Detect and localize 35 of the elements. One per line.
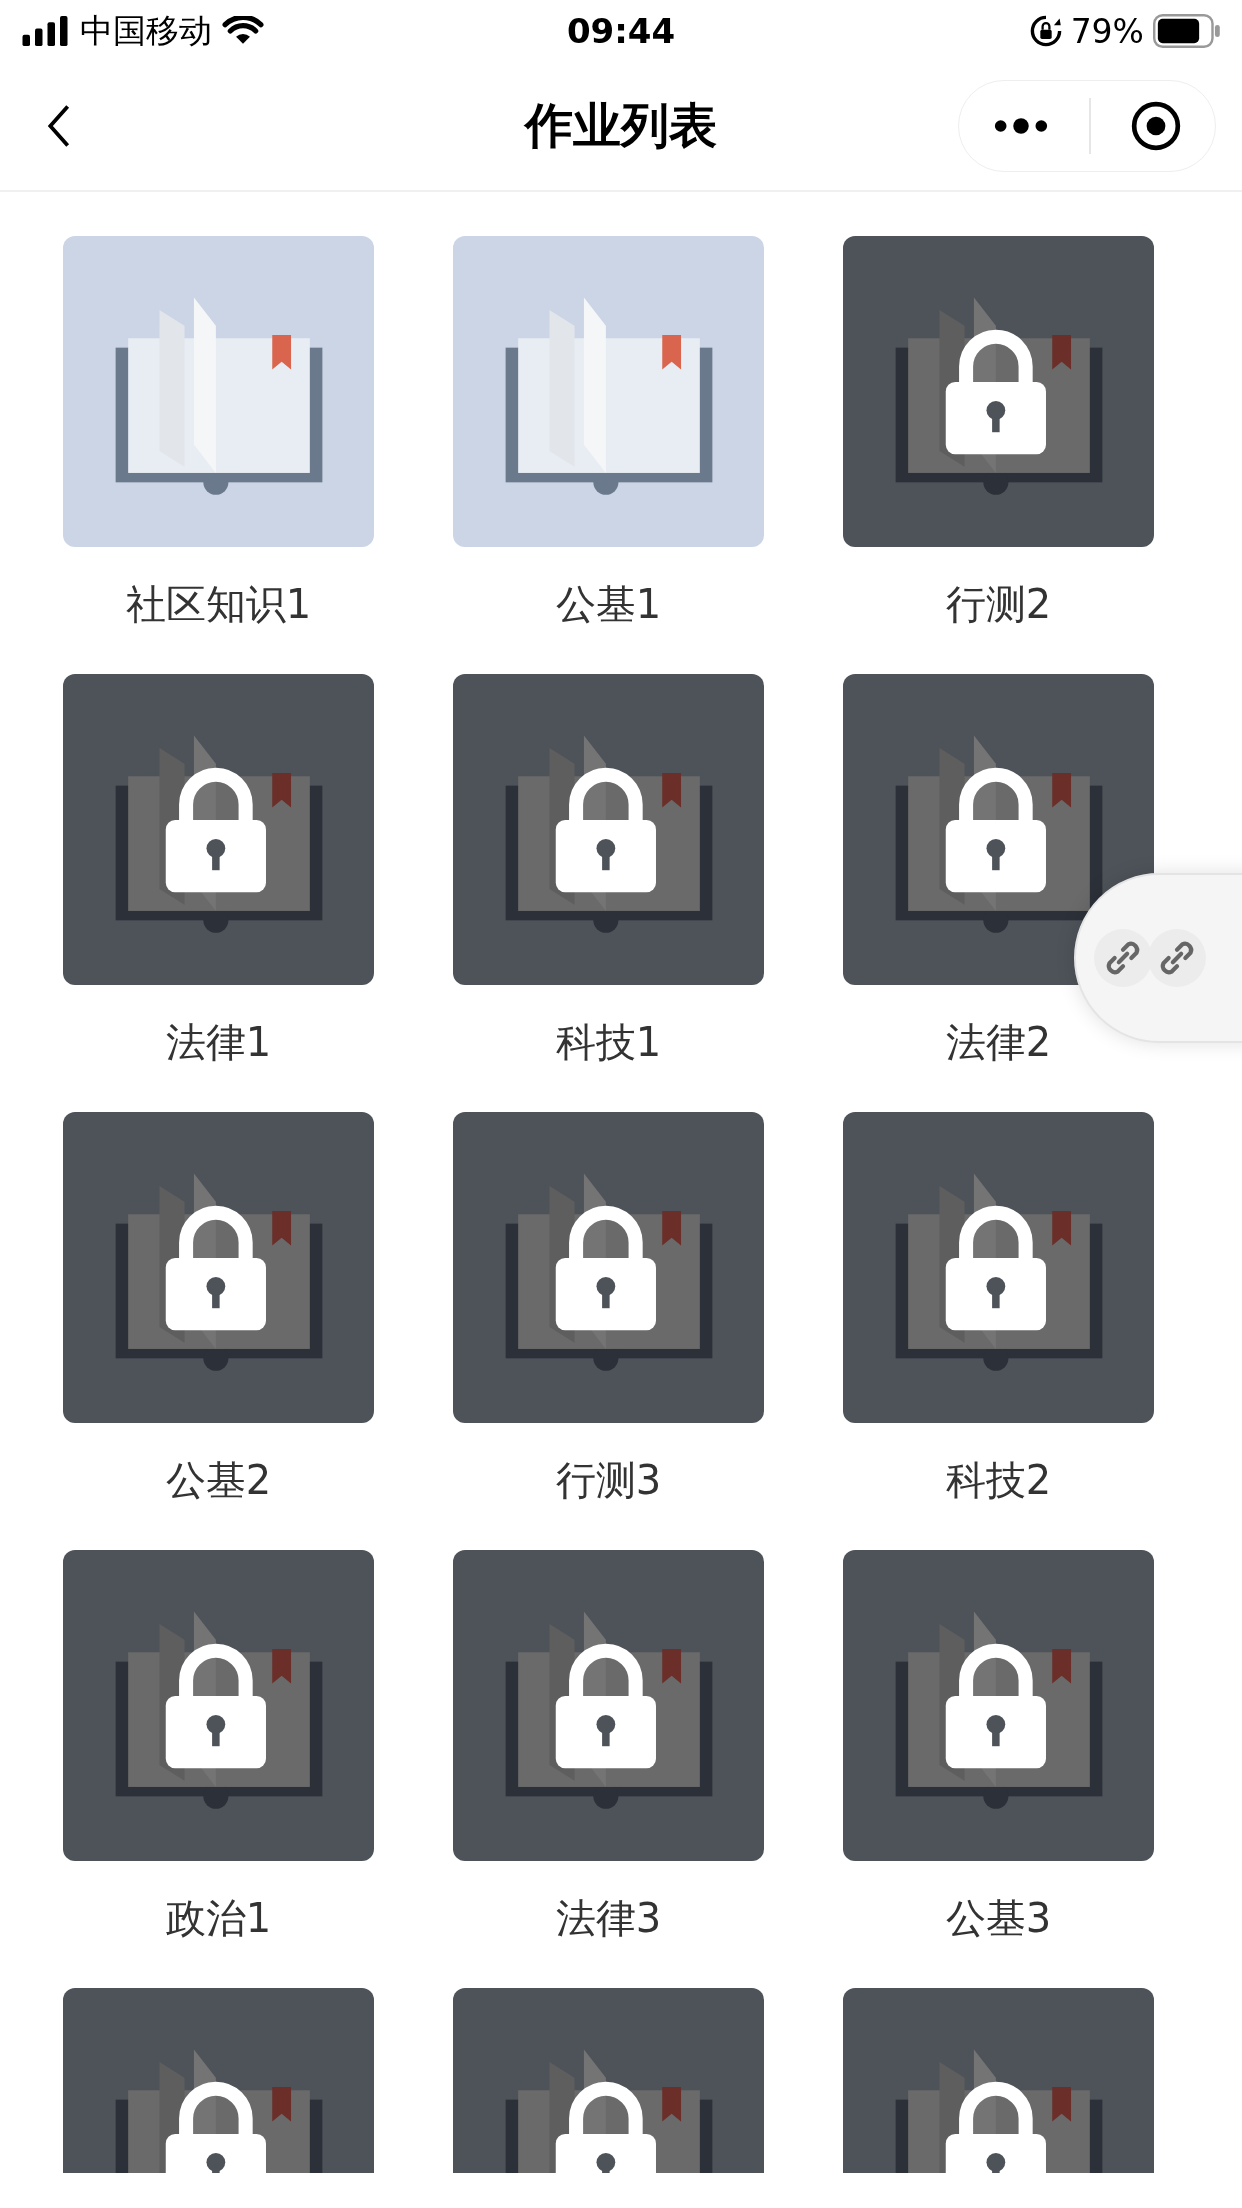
battery-percent: 79%	[1070, 11, 1144, 51]
floating-link-button[interactable]	[1074, 873, 1242, 1043]
homework-title: 公基1	[555, 580, 662, 629]
battery-icon	[1152, 14, 1222, 48]
locked-book-tile[interactable]	[63, 674, 374, 985]
locked-book-tile[interactable]	[453, 674, 764, 985]
homework-title: 法律3	[555, 1894, 662, 1943]
carrier-name: 中国移动	[80, 9, 212, 52]
locked-book-tile[interactable]	[843, 1112, 1154, 1423]
homework-title: 社区知识1	[125, 580, 312, 629]
homework-title: 政治1	[165, 1894, 272, 1943]
back-icon[interactable]	[46, 102, 72, 150]
locked-book-tile[interactable]	[843, 1550, 1154, 1861]
homework-title: 科技1	[555, 1018, 662, 1067]
clock-time: 09:44	[566, 11, 676, 51]
homework-title: 公基3	[945, 1894, 1052, 1943]
book-tile[interactable]	[453, 236, 764, 547]
locked-book-tile[interactable]	[843, 236, 1154, 547]
locked-book-tile[interactable]	[63, 1550, 374, 1861]
homework-title: 法律2	[945, 1018, 1052, 1067]
homework-title: 公基2	[165, 1456, 272, 1505]
rotation-lock-icon	[1028, 14, 1063, 48]
wifi-icon	[222, 16, 264, 46]
page-title: 作业列表	[525, 96, 717, 155]
homework-title: 行测2	[945, 580, 1052, 629]
homework-title: 科技2	[945, 1456, 1052, 1505]
locked-book-tile[interactable]	[453, 1112, 764, 1423]
homework-title: 法律1	[165, 1018, 272, 1067]
close-icon[interactable]	[1129, 100, 1182, 152]
signal-icon	[20, 16, 70, 46]
homework-title: 行测3	[555, 1456, 662, 1505]
locked-book-tile[interactable]	[453, 1550, 764, 1861]
locked-book-tile[interactable]	[843, 674, 1154, 985]
book-tile[interactable]	[63, 236, 374, 547]
locked-book-tile[interactable]	[63, 1112, 374, 1423]
